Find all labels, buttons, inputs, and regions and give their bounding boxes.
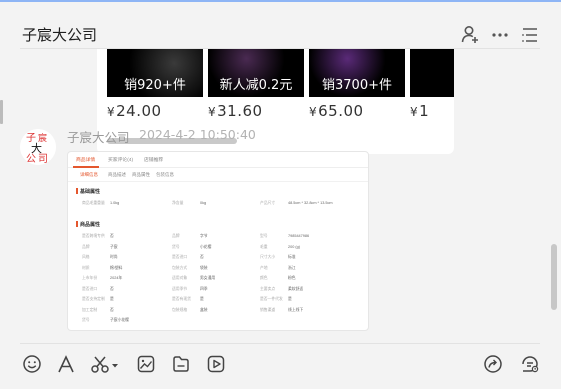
vertical-scrollbar[interactable]	[551, 244, 557, 310]
field: 货号 小花樱	[172, 244, 212, 249]
field: 颜色 粉色	[260, 276, 296, 280]
scissors-icon[interactable]	[90, 354, 120, 374]
field: 尺寸大小 标准	[260, 255, 296, 259]
field: 是否进口否	[172, 255, 204, 259]
product-price: ¥65.00	[309, 102, 364, 120]
emoji-icon[interactable]	[22, 354, 42, 374]
field: 品牌 字节	[172, 234, 208, 238]
field: 是否支持定制是	[82, 297, 114, 301]
section-marker	[76, 188, 78, 194]
shot-tabs: 商品详情 买家评论(4) 店铺推荐	[68, 152, 368, 168]
field: 包装方式 袋装	[172, 265, 208, 270]
product-image: 销920+件	[107, 49, 203, 97]
field: 型号 7985447986	[260, 234, 310, 238]
section-title: 商品属性	[80, 222, 101, 228]
product-tag: 销3700+件	[322, 78, 392, 93]
field: 是否有现货是	[172, 297, 204, 301]
field: 销售渠道 线上线下	[260, 307, 304, 312]
section-title: 基础属性	[80, 189, 101, 195]
screenshot-image-message[interactable]: 商品详情 买家评论(4) 店铺推荐 详细信息 商品描述 商品属性 包装信息 基础…	[67, 151, 369, 331]
product-tag	[410, 75, 454, 97]
file-icon[interactable]	[171, 354, 191, 374]
product-item[interactable]: 销3700+件 ¥65.00	[309, 49, 405, 120]
field: 品牌 子宸	[82, 244, 118, 249]
product-item[interactable]: ¥1	[410, 49, 454, 120]
field: 材质 棉/塑料	[82, 265, 123, 270]
shot-tab: 商品详情	[76, 158, 96, 163]
product-image: 销3700+件	[309, 49, 405, 97]
product-item[interactable]: 销920+件 ¥24.00	[107, 49, 203, 120]
share-icon[interactable]	[483, 354, 503, 374]
field: 是否进口否	[82, 286, 114, 291]
product-price: ¥31.60	[208, 102, 263, 120]
field: 毛重 200 (g)	[260, 244, 301, 249]
field: 包装规格 盒装	[172, 307, 208, 312]
input-divider	[20, 343, 540, 344]
section-marker	[76, 221, 78, 227]
svg-text:司: 司	[38, 154, 48, 165]
field: 产地 浙江	[260, 265, 296, 270]
product-image	[410, 49, 454, 97]
product-price: ¥1	[410, 102, 430, 120]
field: 商品毛重重量 1.0kg	[82, 201, 120, 205]
product-price: ¥24.00	[107, 102, 162, 120]
chat-area: 销920+件 ¥24.00 新人减0.2元 ¥31.60 销3700+件 ¥65…	[0, 49, 561, 342]
svg-text:公: 公	[26, 154, 36, 165]
field: 上市年份 2024年	[82, 276, 123, 280]
image-icon[interactable]	[136, 354, 156, 374]
message-time: 2024-4-2 10:50:40	[139, 127, 256, 142]
field: 主要卖点 柔软舒适	[260, 286, 304, 291]
product-item[interactable]: 新人减0.2元 ¥31.60	[208, 49, 304, 120]
field: 是否跨境专供否	[82, 234, 114, 238]
add-contact-icon[interactable]	[460, 24, 480, 44]
list-icon[interactable]	[520, 24, 540, 44]
avatar[interactable]: 子 宸 大 公 司	[20, 129, 56, 165]
shot-tab: 买家评论(4)	[108, 158, 134, 163]
field: 是否一件代发是	[260, 297, 292, 301]
chat-toolbar	[0, 350, 561, 380]
chat-title: 子宸大公司	[22, 26, 98, 44]
field: 适用对象 男女通用	[172, 276, 216, 280]
field: 货号 子宸小花樱	[82, 318, 129, 322]
shot-subtabs: 详细信息 商品描述 商品属性 包装信息	[68, 168, 368, 182]
video-icon[interactable]	[206, 354, 226, 374]
message-sender: 子宸大公司	[67, 130, 130, 145]
field: 风格 时尚	[82, 255, 118, 259]
product-tag: 新人减0.2元	[219, 78, 293, 93]
shot-tab: 店铺推荐	[144, 158, 164, 163]
chat-header: 子宸大公司	[0, 2, 561, 49]
field: 加工定制否	[82, 307, 114, 312]
field: 适用季节 四季	[172, 286, 208, 291]
more-icon[interactable]	[490, 24, 510, 44]
svg-text:大: 大	[31, 141, 42, 155]
product-tag: 销920+件	[124, 78, 186, 93]
field: 产品尺寸 48.5cm * 32.8cm * 13.5cm	[260, 201, 333, 205]
font-icon[interactable]	[56, 354, 76, 374]
product-image: 新人减0.2元	[208, 49, 304, 97]
history-icon[interactable]	[520, 354, 540, 374]
field: 净含量 0kg	[172, 201, 207, 205]
